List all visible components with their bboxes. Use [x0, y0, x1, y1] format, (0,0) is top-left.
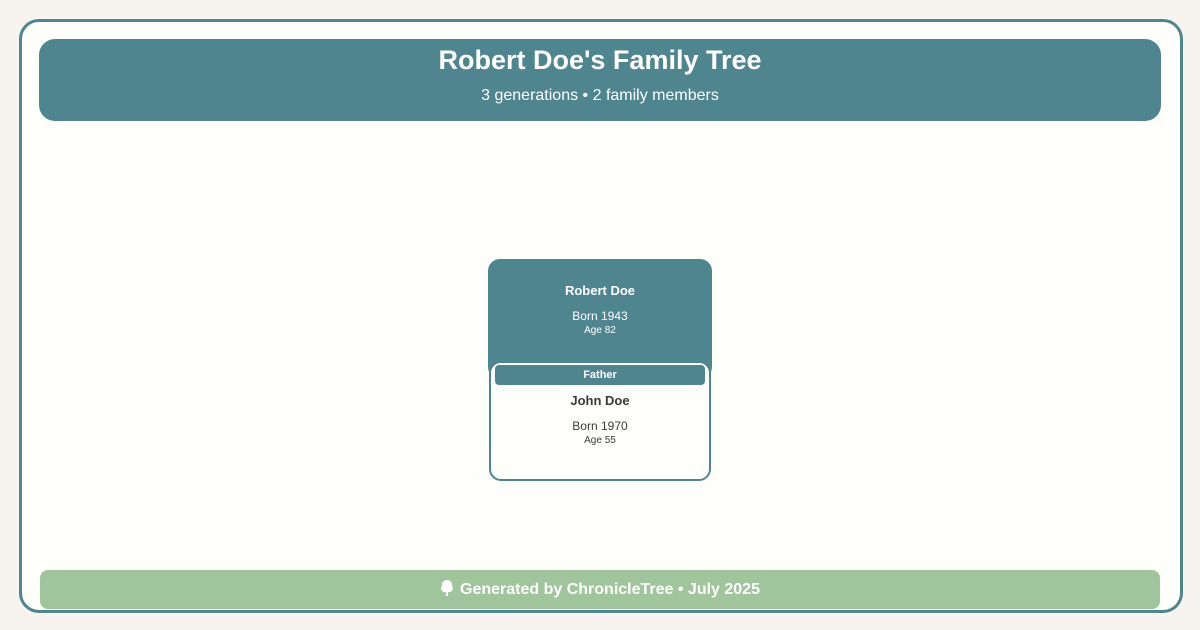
- person-born: Born 1970: [572, 419, 628, 433]
- footer-banner: Generated by ChronicleTree • July 2025: [40, 570, 1160, 609]
- person-born: Born 1943: [572, 309, 628, 323]
- person-name: Robert Doe: [564, 283, 636, 298]
- tree-icon: [440, 580, 454, 596]
- page-subtitle: 3 generations • 2 family members: [481, 87, 719, 104]
- person-age: Age 55: [584, 435, 616, 446]
- footer-text: Generated by ChronicleTree • July 2025: [460, 581, 760, 598]
- relation-badge: Father: [495, 365, 705, 385]
- person-age: Age 82: [584, 325, 616, 336]
- page-title: Robert Doe's Family Tree: [438, 45, 762, 75]
- person-name: John Doe: [570, 393, 630, 408]
